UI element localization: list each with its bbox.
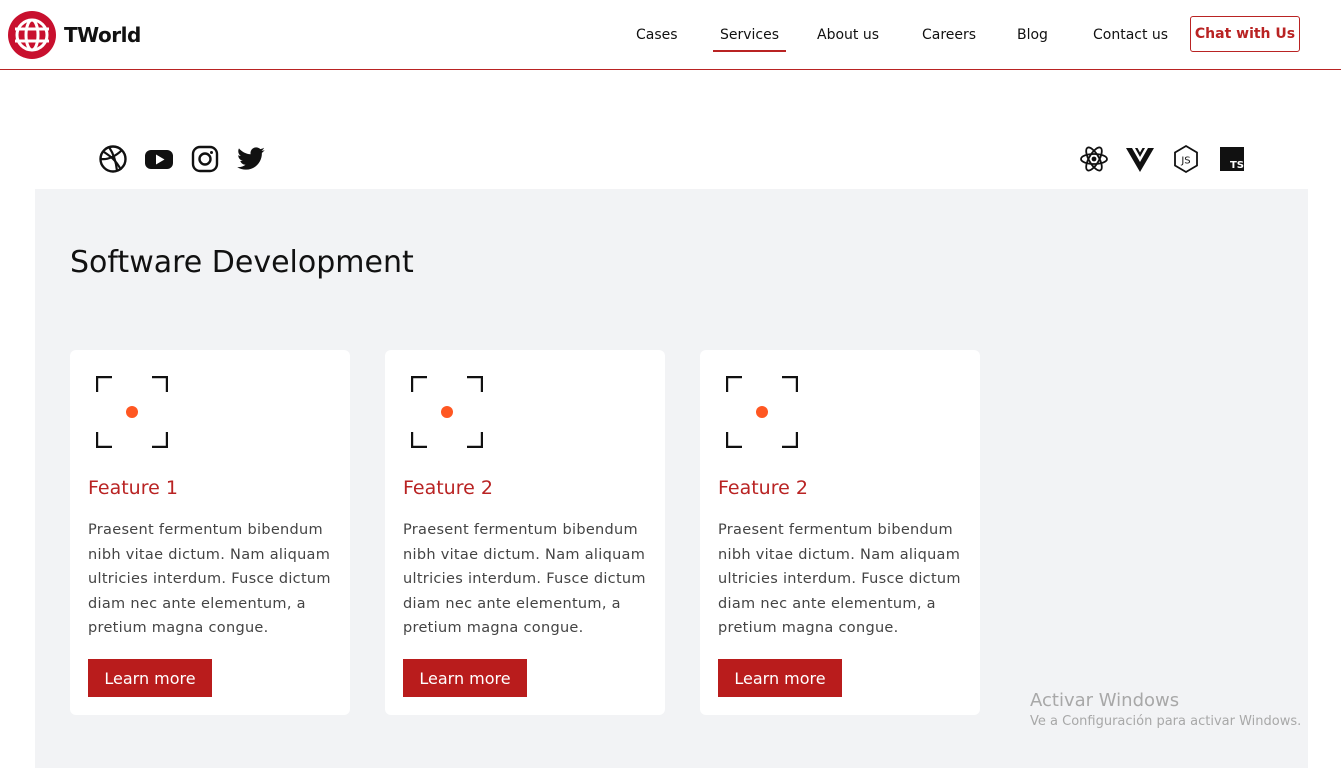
twitter-icon[interactable] [235, 143, 267, 175]
card-description: Praesent fermentum bibendum nibh vitae d… [88, 522, 331, 637]
card-description: Praesent fermentum bibendum nibh vitae d… [718, 522, 961, 637]
learn-more-button[interactable]: Learn more [88, 659, 212, 697]
services-section: Software Development Feature 1 Praesent … [35, 189, 1308, 768]
main-nav: Cases Services About us Careers Blog Con… [0, 0, 1341, 70]
watermark-title: Activar Windows [1030, 690, 1180, 711]
learn-more-button[interactable]: Learn more [718, 659, 842, 697]
dribbble-icon[interactable] [97, 143, 129, 175]
nav-link-services[interactable]: Services [712, 27, 787, 52]
learn-more-button[interactable]: Learn more [403, 659, 527, 697]
react-icon [1078, 143, 1110, 175]
typescript-icon-label: TS [1230, 160, 1244, 171]
watermark-subtitle: Ve a Configuración para activar Windows. [1030, 714, 1302, 729]
nodejs-icon-label: JS [1180, 156, 1190, 167]
nav-link-cases[interactable]: Cases [636, 27, 678, 43]
card-title: Feature 2 [403, 477, 493, 499]
feature-card-2: Feature 2 Praesent fermentum bibendum ni… [385, 350, 665, 715]
instagram-icon[interactable] [189, 143, 221, 175]
card-description: Praesent fermentum bibendum nibh vitae d… [403, 522, 646, 637]
nav-link-about-us[interactable]: About us [817, 27, 879, 43]
card-title: Feature 2 [718, 477, 808, 499]
section-title: Software Development [70, 245, 414, 280]
top-navbar: TWorld Cases Services About us Careers B… [0, 0, 1341, 70]
nav-link-blog[interactable]: Blog [1017, 27, 1048, 43]
feature-card-1: Feature 1 Praesent fermentum bibendum ni… [70, 350, 350, 715]
windows-activation-watermark: Activar Windows Ve a Configuración para … [1030, 690, 1301, 729]
typescript-icon: TS [1216, 143, 1248, 175]
focus-target-icon [726, 376, 798, 448]
card-title: Feature 1 [88, 477, 178, 499]
tech-icons: JS TS [1078, 143, 1248, 175]
nav-link-contact-us[interactable]: Contact us [1093, 27, 1168, 43]
focus-target-icon [411, 376, 483, 448]
vue-icon [1124, 143, 1156, 175]
chat-with-us-button[interactable]: Chat with Us [1190, 16, 1300, 52]
feature-card-3: Feature 2 Praesent fermentum bibendum ni… [700, 350, 980, 715]
nav-link-careers[interactable]: Careers [922, 27, 976, 43]
youtube-icon[interactable] [143, 143, 175, 175]
social-icons [97, 143, 267, 175]
nodejs-icon: JS [1170, 143, 1202, 175]
focus-target-icon [96, 376, 168, 448]
